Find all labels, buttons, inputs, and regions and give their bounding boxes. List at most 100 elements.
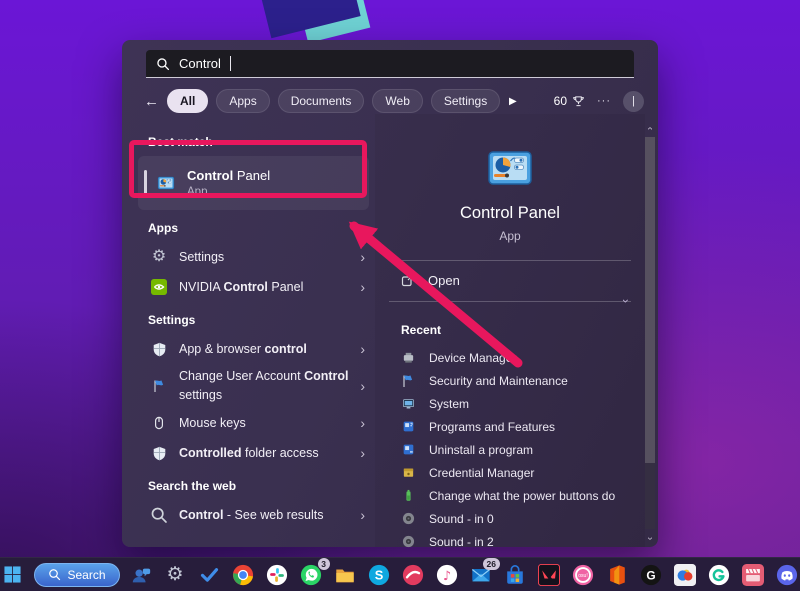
result-label: NVIDIA Control Panel (179, 280, 304, 294)
logitech-g-icon[interactable]: G (639, 562, 664, 587)
result-row[interactable]: Controlled folder access › (148, 438, 371, 468)
taskbar-icons: ⚙ 3 S ♪ 26 osu! G (129, 558, 800, 587)
recent-item[interactable]: Credential Manager (401, 461, 645, 484)
photos-icon[interactable] (673, 562, 698, 587)
filter-tab-settings[interactable]: Settings (430, 89, 501, 113)
more-tabs-icon[interactable]: ▶ (509, 96, 517, 107)
itunes-icon[interactable]: ♪ (435, 562, 460, 587)
text-caret (229, 56, 231, 71)
chevron-right-icon: › (360, 507, 365, 523)
result-label: App & browser control (179, 342, 307, 356)
people-chat-icon[interactable] (129, 562, 154, 587)
valorant-icon[interactable] (537, 562, 562, 587)
trophy-icon (572, 95, 585, 108)
recent-item[interactable]: System (401, 392, 645, 415)
grammarly-icon[interactable] (707, 562, 732, 587)
scroll-up-icon[interactable]: › (645, 123, 656, 135)
taskbar: Search ⚙ 3 S ♪ 26 osu! G (0, 557, 800, 591)
filter-tab-web[interactable]: Web (372, 89, 423, 113)
back-arrow-icon[interactable]: ← (144, 93, 159, 110)
recent-item[interactable]: Programs and Features (401, 415, 645, 438)
web-search-icon (150, 506, 168, 524)
result-label: Settings (179, 250, 225, 264)
filter-tab-documents[interactable]: Documents (277, 89, 365, 113)
scrollbar[interactable]: › › (644, 124, 656, 542)
sound-speaker-icon (401, 512, 415, 526)
result-label: Change User Account Control settings (179, 369, 349, 402)
recent-list: Device Manager Security and Maintenance Sy… (375, 346, 645, 553)
media-swirl-icon[interactable] (401, 562, 426, 587)
notification-badge: 3 (317, 558, 330, 571)
scrollbar-thumb[interactable] (645, 137, 655, 463)
security-flag-icon (401, 374, 415, 388)
search-icon (156, 57, 170, 71)
osu-icon[interactable]: osu! (571, 562, 596, 587)
taskbar-search-label: Search (67, 567, 106, 582)
recent-item-label: Programs and Features (429, 419, 556, 434)
svg-text:osu!: osu! (578, 573, 588, 579)
section-header: Search the web (148, 479, 237, 493)
filter-tab-all[interactable]: All (167, 89, 209, 113)
user-avatar[interactable]: | (623, 90, 644, 112)
chevron-down-icon[interactable]: › (619, 299, 633, 303)
security-shield-icon (150, 340, 168, 358)
recent-item-label: Security and Maintenance (429, 373, 568, 388)
search-query-text: Control (179, 56, 221, 71)
scroll-down-icon[interactable]: › (645, 533, 656, 545)
result-label: Controlled folder access (179, 446, 319, 460)
svg-text:G: G (646, 568, 655, 582)
recent-item[interactable]: Change what the power buttons do (401, 484, 645, 507)
search-icon (48, 568, 61, 581)
system-monitor-icon (401, 397, 415, 411)
uac-flag-icon (150, 377, 168, 395)
taskbar-search-pill[interactable]: Search (34, 562, 120, 587)
rewards-count: 60 (553, 94, 567, 108)
chevron-right-icon: › (360, 415, 365, 431)
filter-row: ← AllAppsDocumentsWebSettingsPeopleFold … (144, 88, 644, 114)
result-label: Mouse keys (179, 416, 246, 430)
result-row[interactable]: Control - See web results › (148, 500, 371, 530)
settings-gear-icon[interactable]: ⚙ (163, 562, 188, 587)
slack-icon[interactable] (265, 562, 290, 587)
file-explorer-icon[interactable] (333, 562, 358, 587)
recent-item[interactable]: Sound - in 2 (401, 530, 645, 553)
uninstall-program-icon (401, 443, 415, 457)
recent-item-label: Uninstall a program (429, 442, 534, 457)
credential-manager-icon (401, 466, 415, 480)
chevron-right-icon: › (360, 445, 365, 461)
sound-speaker-icon (401, 535, 415, 549)
video-editor-icon[interactable] (741, 562, 766, 587)
discord-icon[interactable] (775, 562, 800, 587)
mail-icon[interactable]: 26 (469, 558, 500, 587)
svg-text:♪: ♪ (443, 569, 451, 584)
result-row[interactable]: Mouse keys › (148, 408, 371, 438)
skype-icon[interactable]: S (367, 562, 392, 587)
result-label: Control - See web results (179, 508, 324, 522)
rewards-points[interactable]: 60 (554, 94, 585, 108)
recent-item-label: System (429, 396, 470, 411)
chevron-right-icon: › (360, 378, 365, 394)
filter-tab-apps[interactable]: Apps (216, 89, 270, 113)
todo-check-icon[interactable] (197, 562, 222, 587)
chrome-icon[interactable] (231, 562, 256, 587)
office-icon[interactable] (605, 562, 630, 587)
control-panel-icon (486, 144, 534, 192)
ms-store-icon[interactable] (503, 562, 528, 587)
search-input[interactable]: Control (146, 50, 634, 78)
recent-item-label: Credential Manager (429, 465, 535, 480)
whatsapp-icon[interactable]: 3 (299, 558, 330, 587)
desktop: Control ← AllAppsDocumentsWebSettingsPeo… (0, 0, 800, 591)
recent-item[interactable]: Uninstall a program (401, 438, 645, 461)
recent-item[interactable]: Sound - in 0 (401, 507, 645, 530)
power-battery-icon (401, 489, 415, 503)
mouse-icon (150, 414, 168, 432)
annotation-rectangle (129, 140, 367, 198)
settings-gear-icon: ⚙ (151, 248, 167, 265)
filter-tabs: AllAppsDocumentsWebSettingsPeopleFold (167, 89, 501, 113)
recent-item-label: Sound - in 2 (429, 534, 494, 549)
windows-start-icon[interactable] (0, 562, 25, 587)
svg-text:S: S (375, 567, 384, 582)
security-shield-icon (150, 444, 168, 462)
options-menu-icon[interactable]: ··· (597, 95, 611, 107)
recent-item-label: Change what the power buttons do (429, 488, 616, 503)
